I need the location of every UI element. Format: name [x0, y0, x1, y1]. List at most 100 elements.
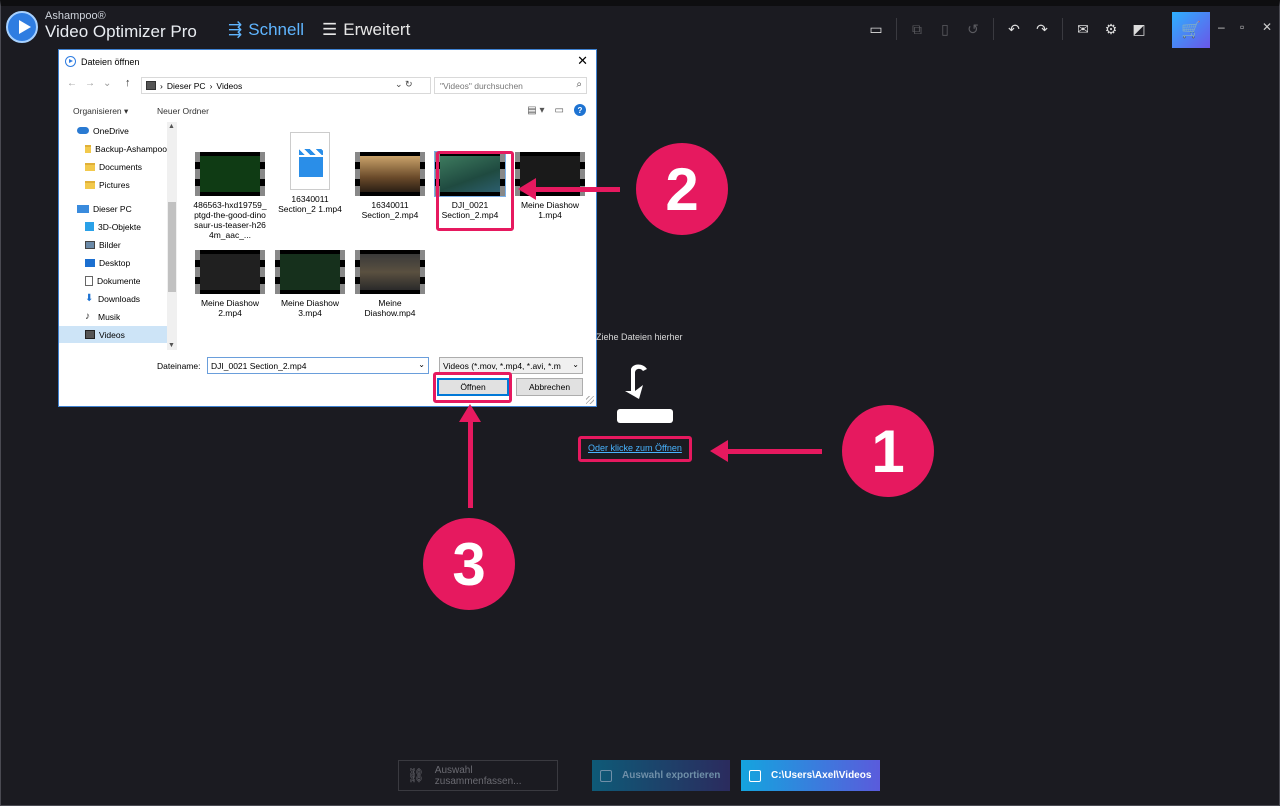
- nav-schnell-label: Schnell: [248, 20, 305, 39]
- minimize-icon[interactable]: –: [1218, 20, 1225, 34]
- resize-grip[interactable]: [586, 396, 594, 404]
- cube-icon: [85, 222, 94, 231]
- save-icon: [749, 769, 761, 782]
- quick-mode-icon: ⇶: [228, 20, 243, 39]
- up-arrow-icon[interactable]: ↑: [125, 77, 131, 89]
- dialog-title-bar: Dateien öffnen: [65, 56, 139, 67]
- new-folder-button[interactable]: Neuer Ordner: [157, 106, 209, 116]
- output-path-button[interactable]: C:\Users\Axel\Videos: [741, 760, 880, 791]
- download-icon: ⬇: [85, 292, 94, 304]
- toolbar-divider: [896, 18, 897, 40]
- cart-icon[interactable]: 🛒: [1172, 12, 1210, 48]
- organize-button[interactable]: Organisieren ▾: [73, 106, 128, 117]
- folder-icon: [85, 144, 92, 153]
- copy-icon[interactable]: ⧉: [903, 19, 931, 39]
- tree-item-bilder[interactable]: Bilder: [85, 236, 121, 253]
- nav-schnell-tab[interactable]: ⇶ Schnell: [228, 20, 304, 40]
- music-icon: ♪: [85, 310, 90, 322]
- breadcrumb-dieser-pc[interactable]: Dieser PC: [167, 81, 206, 91]
- video-thumbnail: [355, 250, 425, 294]
- video-folder-icon: [85, 330, 95, 339]
- pc-icon: [77, 204, 89, 213]
- tree-item-dokumente[interactable]: Dokumente: [85, 272, 140, 289]
- image-icon: [85, 240, 95, 249]
- search-icon: ⌕: [576, 79, 582, 90]
- paste-icon[interactable]: ▯: [931, 19, 959, 39]
- toolbar-divider: [993, 18, 994, 40]
- file-item[interactable]: Meine Diashow 3.mp4: [273, 250, 347, 318]
- highlight-open-button: [433, 372, 512, 403]
- file-item[interactable]: 486563-hxd19759_ptgd-the-good-dinosaur-u…: [193, 152, 267, 240]
- dialog-title: Dateien öffnen: [81, 56, 140, 67]
- chevron-down-icon[interactable]: ⌄: [418, 360, 425, 369]
- refresh-icon[interactable]: ⌄ ↻: [395, 79, 413, 90]
- arrow-1: [710, 440, 822, 462]
- filename-input[interactable]: DJI_0021 Section_2.mp4 ⌄: [207, 357, 429, 374]
- video-thumbnail: [275, 250, 345, 294]
- breadcrumb-videos[interactable]: Videos: [216, 81, 242, 91]
- back-forward-icons[interactable]: ←→⌄: [67, 78, 119, 89]
- video-thumbnail: [195, 152, 265, 196]
- video-thumbnail: [355, 152, 425, 196]
- filename-label: Dateiname:: [157, 361, 201, 371]
- cancel-button[interactable]: Abbrechen: [516, 378, 583, 396]
- tree-item-dieser-pc[interactable]: Dieser PC: [77, 200, 132, 217]
- callout-2: 2: [636, 143, 728, 235]
- callout-3: 3: [423, 518, 515, 610]
- preview-pane-icon[interactable]: ▭: [555, 105, 564, 116]
- tree-item-downloads[interactable]: ⬇ Downloads: [85, 290, 140, 307]
- merge-selection-button[interactable]: ⛓ Auswahl zusammenfassen...: [398, 760, 558, 791]
- theme-icon[interactable]: ◩: [1125, 19, 1153, 39]
- callout-1: 1: [842, 405, 934, 497]
- scroll-down-icon[interactable]: ▼: [168, 342, 175, 349]
- address-row: ←→⌄ ↑ › Dieser PC › Videos ⌄ ↻ "Videos" …: [59, 77, 596, 95]
- scroll-thumb[interactable]: [168, 202, 176, 292]
- export-selection-button[interactable]: Auswahl exportieren: [592, 760, 730, 791]
- app-logo-icon: [6, 11, 38, 43]
- file-grid: 486563-hxd19759_ptgd-the-good-dinosaur-u…: [183, 122, 597, 352]
- tree-item-documents[interactable]: Documents: [85, 158, 142, 175]
- open-file-dialog: Dateien öffnen ✕ ←→⌄ ↑ › Dieser PC › Vid…: [58, 49, 597, 407]
- top-toolbar: ▭ ⧉ ▯ ↺ ↶ ↷ ✉ ⚙ ◩: [862, 18, 1153, 40]
- clapperboard-icon: [290, 132, 330, 190]
- tree-item-musik[interactable]: ♪ Musik: [85, 308, 120, 325]
- link-icon: ⛓: [407, 767, 425, 783]
- desktop-icon: [85, 258, 95, 267]
- search-input[interactable]: "Videos" durchsuchen ⌕: [434, 77, 587, 94]
- highlight-open-link: [578, 436, 692, 462]
- document-icon: [85, 275, 93, 286]
- chevron-down-icon[interactable]: ⌄: [572, 360, 579, 369]
- arrow-3: [459, 404, 481, 508]
- file-item[interactable]: 16340011 Section_2 1.mp4: [273, 132, 347, 214]
- tree-item-desktop[interactable]: Desktop: [85, 254, 130, 271]
- help-icon[interactable]: ?: [574, 104, 586, 116]
- restore-icon[interactable]: ▫: [1240, 20, 1244, 34]
- file-item[interactable]: 16340011 Section_2.mp4: [353, 152, 427, 220]
- dialog-close-icon[interactable]: ✕: [577, 53, 588, 69]
- redo-icon[interactable]: ↷: [1028, 19, 1056, 39]
- navigation-tree: OneDrive Backup-Ashampoo Documents Pictu…: [59, 122, 179, 350]
- tree-item-onedrive[interactable]: OneDrive: [77, 122, 129, 139]
- arrow-2: [518, 178, 620, 200]
- gear-icon[interactable]: ⚙: [1097, 19, 1125, 39]
- tree-item-backup[interactable]: Backup-Ashampoo: [85, 140, 167, 157]
- undo-icon[interactable]: ↶: [1000, 19, 1028, 39]
- filename-row: Dateiname: DJI_0021 Section_2.mp4 ⌄ Vide…: [59, 355, 596, 375]
- folder-icon[interactable]: ▭: [862, 19, 890, 39]
- brand-vendor: Ashampoo®: [45, 10, 106, 22]
- mail-icon[interactable]: ✉: [1069, 19, 1097, 39]
- tree-item-pictures[interactable]: Pictures: [85, 176, 130, 193]
- nav-erweitert-tab[interactable]: ☰ Erweitert: [322, 20, 410, 40]
- scroll-up-icon[interactable]: ▲: [168, 123, 175, 130]
- tree-scrollbar[interactable]: ▲ ▼: [167, 122, 177, 350]
- file-item[interactable]: Meine Diashow.mp4: [353, 250, 427, 318]
- folder-icon: [85, 162, 95, 171]
- tree-item-videos[interactable]: Videos: [59, 326, 167, 343]
- close-icon[interactable]: ✕: [1262, 20, 1272, 34]
- reset-icon[interactable]: ↺: [959, 19, 987, 39]
- address-bar[interactable]: › Dieser PC › Videos: [141, 77, 431, 94]
- tree-item-3d-objekte[interactable]: 3D-Objekte: [85, 218, 141, 235]
- pc-icon: [146, 81, 156, 90]
- file-item[interactable]: Meine Diashow 2.mp4: [193, 250, 267, 318]
- view-options-icon[interactable]: ▤ ▾: [527, 105, 544, 116]
